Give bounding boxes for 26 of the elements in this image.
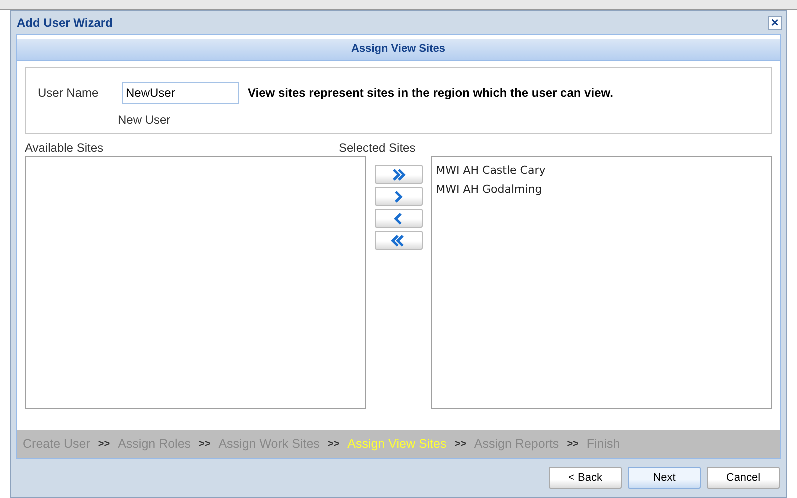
move-all-left-button[interactable] bbox=[374, 231, 422, 250]
list-item[interactable]: MWI AH Castle Cary bbox=[435, 161, 768, 180]
footer-button[interactable]: Next bbox=[628, 467, 701, 489]
close-button[interactable]: × bbox=[768, 16, 782, 30]
field-label: User Name bbox=[38, 85, 100, 102]
step-separator: >> bbox=[98, 438, 110, 452]
list-label: Selected Sites bbox=[339, 140, 416, 157]
move-all-right-button[interactable] bbox=[374, 165, 422, 184]
list-item[interactable]: MWI AH Godalming bbox=[435, 180, 768, 199]
move-right-button[interactable] bbox=[374, 187, 422, 206]
hint-text: View sites represent sites in the region which the user can view. bbox=[248, 85, 614, 102]
list-label: Available Sites bbox=[25, 140, 104, 157]
step-separator: >> bbox=[328, 438, 340, 452]
step-header: Assign View Sites bbox=[17, 39, 780, 61]
footer-button[interactable]: < Back bbox=[549, 467, 622, 489]
display-name-text: New User bbox=[118, 113, 171, 127]
move-left-button[interactable] bbox=[374, 209, 422, 228]
double-chevron-left-icon bbox=[390, 234, 407, 248]
step-label: Assign View Sites bbox=[348, 436, 447, 453]
double-chevron-right-icon bbox=[390, 168, 407, 182]
step-separator: >> bbox=[567, 438, 579, 452]
step-separator: >> bbox=[199, 438, 211, 452]
step-separator: >> bbox=[454, 438, 466, 452]
footer-button[interactable]: Cancel bbox=[707, 467, 780, 489]
window-title: Add User Wizard bbox=[17, 14, 113, 32]
user-name-field[interactable]: NewUser bbox=[122, 82, 239, 104]
